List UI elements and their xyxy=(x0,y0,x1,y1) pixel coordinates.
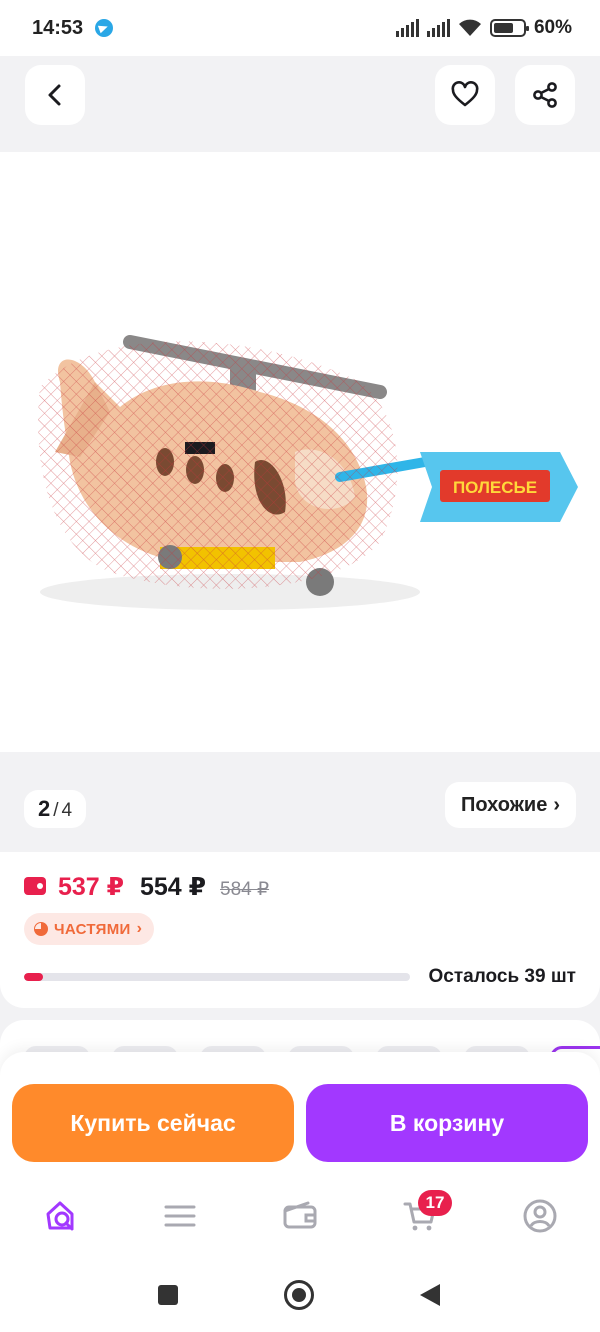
profile-icon xyxy=(523,1199,557,1233)
price-card: 537 ₽ 554 ₽ 584 ₽ ЧАСТЯМИ › Осталось 39 … xyxy=(0,852,600,1008)
home-search-icon xyxy=(46,1201,74,1231)
image-counter-separator: / xyxy=(53,800,59,821)
installments-icon xyxy=(34,922,48,936)
installments-label: ЧАСТЯМИ xyxy=(54,920,131,938)
back-button[interactable] xyxy=(25,65,85,125)
back-button[interactable] xyxy=(420,1284,440,1306)
wifi-icon xyxy=(458,19,481,36)
stock-progress-bar xyxy=(24,973,410,981)
telegram-icon xyxy=(95,19,113,37)
signal-icon xyxy=(426,19,450,37)
stock-progress-fill xyxy=(24,973,44,981)
tab-catalog[interactable] xyxy=(160,1196,200,1236)
product-image-gallery[interactable]: ПОЛЕСЬЕ xyxy=(0,152,600,752)
catalog-icon xyxy=(164,1205,196,1227)
similar-label: Похожие xyxy=(461,794,548,816)
stock-left-label: Осталось 39 шт xyxy=(428,966,576,987)
add-to-cart-button[interactable]: В корзину xyxy=(306,1084,588,1162)
battery-icon xyxy=(489,19,529,37)
buy-now-button[interactable]: Купить сейчас xyxy=(12,1084,294,1162)
back-arrow-icon xyxy=(48,84,61,106)
battery-percent: 60% xyxy=(533,17,572,38)
top-bar xyxy=(0,56,600,152)
tab-profile[interactable] xyxy=(520,1196,560,1236)
favorite-button[interactable] xyxy=(435,65,495,125)
purchase-action-bar: Купить сейчас В корзину xyxy=(0,1052,600,1178)
wallet-icon xyxy=(283,1201,317,1229)
home-button[interactable] xyxy=(284,1280,314,1310)
product-tag-text: ПОЛЕСЬЕ xyxy=(453,478,537,497)
image-counter-total: 4 xyxy=(61,800,73,821)
old-price: 584 ₽ xyxy=(220,879,270,900)
system-navigation-bar xyxy=(0,1258,600,1332)
wallet-price-icon xyxy=(24,877,46,895)
share-icon xyxy=(533,82,557,108)
regular-price: 554 ₽ xyxy=(140,873,207,901)
cart-count-badge: 17 xyxy=(418,1190,452,1216)
signal-icon xyxy=(395,19,419,37)
installments-button[interactable]: ЧАСТЯМИ › xyxy=(24,913,154,945)
recent-apps-button[interactable] xyxy=(158,1285,178,1305)
chevron-right-icon: › xyxy=(136,920,142,937)
product-image: ПОЛЕСЬЕ xyxy=(38,335,578,610)
share-button[interactable] xyxy=(515,65,575,125)
image-counter-current: 2 xyxy=(38,796,51,821)
image-counter: 2 / 4 xyxy=(24,790,87,828)
tab-wallet[interactable] xyxy=(280,1196,320,1236)
status-time: 14:53 xyxy=(32,17,84,39)
tab-home[interactable] xyxy=(42,1196,82,1236)
similar-products-button[interactable]: Похожие › xyxy=(445,782,576,828)
wallet-price: 537 ₽ xyxy=(58,873,125,901)
chevron-right-icon: › xyxy=(553,794,560,816)
status-bar: 14:53 60% xyxy=(0,0,600,56)
heart-icon xyxy=(451,81,479,107)
bottom-tab-bar: 17 xyxy=(0,1178,600,1258)
gallery-footer: 2 / 4 Похожие › xyxy=(0,752,600,852)
